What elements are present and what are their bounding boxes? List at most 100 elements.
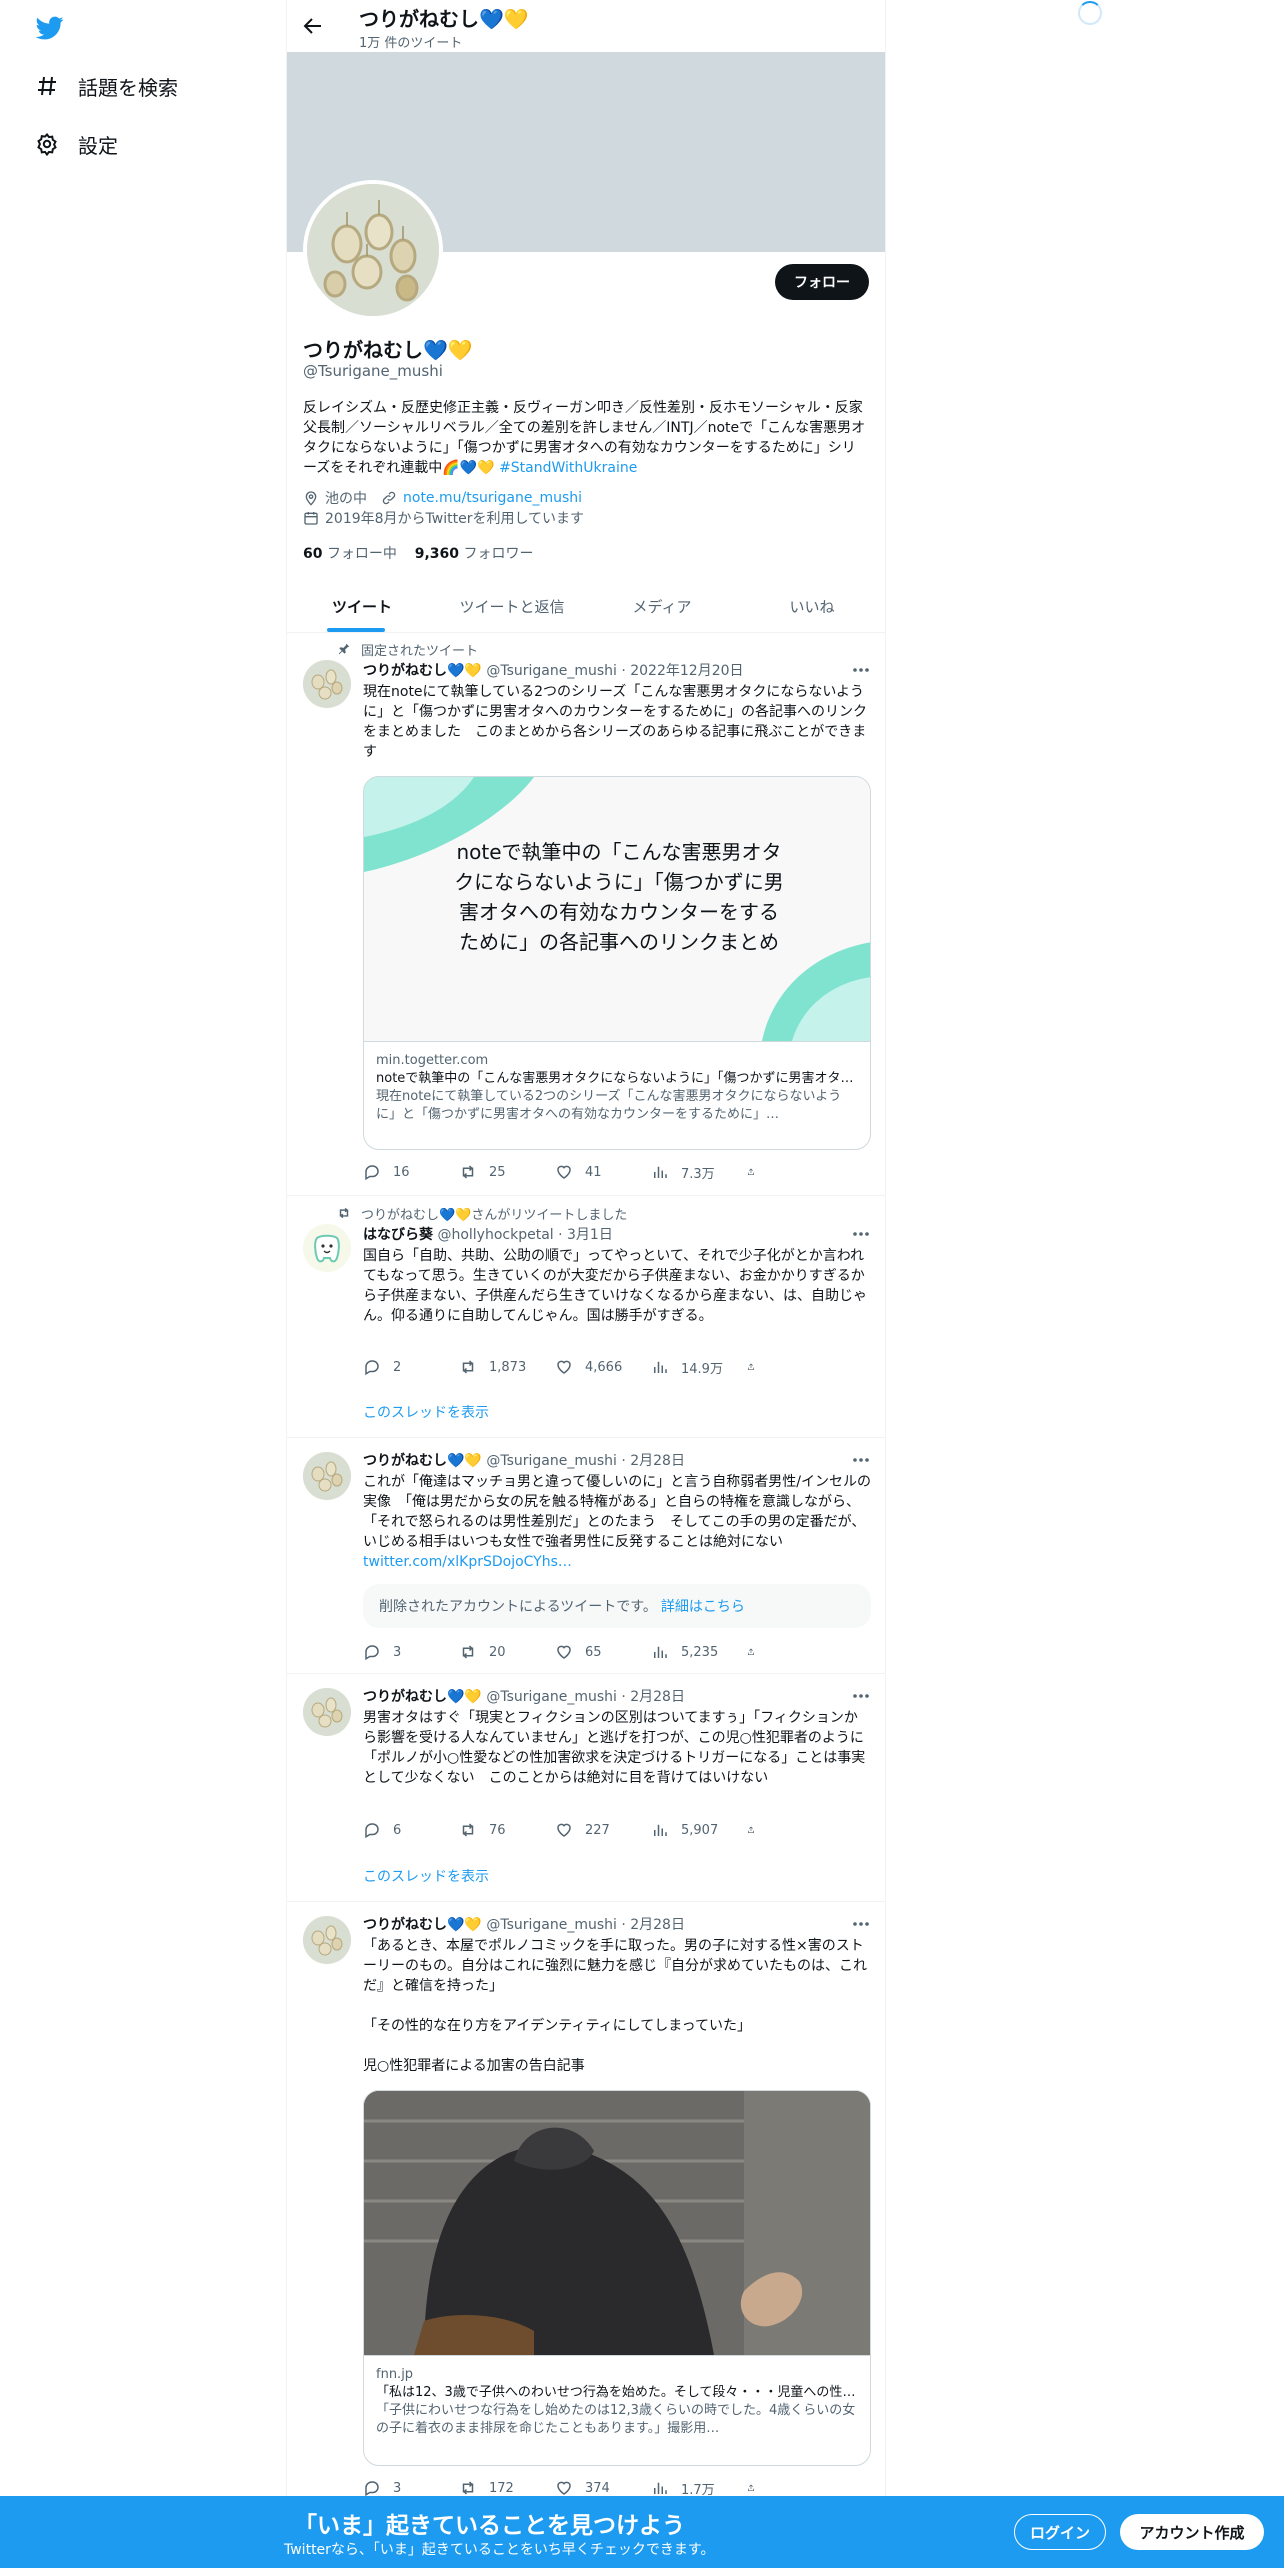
tweet[interactable]: つりがねむし💙💛さんがリツイートしました はなびら葵 @hollyhockpet… bbox=[287, 1196, 885, 1438]
avatar[interactable] bbox=[303, 1224, 351, 1272]
reply-button[interactable]: 16 bbox=[363, 1162, 459, 1182]
views-button[interactable]: 5,907 bbox=[651, 1820, 747, 1840]
share-button[interactable] bbox=[747, 2478, 767, 2498]
views-button[interactable]: 7.3万 bbox=[651, 1162, 747, 1182]
retweet-count: 1,873 bbox=[489, 1359, 527, 1375]
retweet-button[interactable]: 76 bbox=[459, 1820, 555, 1840]
nav-settings[interactable]: 設定 bbox=[34, 124, 118, 164]
tweet[interactable]: 固定されたツイート つりがねむし💙💛 @Tsurigane_mushi · 20… bbox=[287, 634, 885, 1196]
views-button[interactable]: 14.9万 bbox=[651, 1357, 747, 1377]
tab-tweets[interactable]: ツイート bbox=[287, 580, 437, 632]
more-icon[interactable] bbox=[851, 1224, 871, 1244]
retweet-button[interactable]: 25 bbox=[459, 1162, 555, 1182]
card-description: 「子供にわいせつな行為をし始めたのは12,3歳くらいの時でした。4歳くらいの女の… bbox=[376, 2403, 856, 2436]
header-tweet-count: 1万 件のツイート bbox=[359, 36, 463, 51]
more-icon[interactable] bbox=[851, 1450, 871, 1470]
learn-more-link[interactable]: 詳細はこちら bbox=[661, 1596, 745, 1616]
retweet-count: 76 bbox=[489, 1822, 506, 1838]
like-button[interactable]: 227 bbox=[555, 1820, 651, 1840]
more-icon[interactable] bbox=[851, 660, 871, 680]
author-name[interactable]: つりがねむし💙💛 bbox=[363, 1453, 482, 1469]
twitter-logo-icon[interactable] bbox=[34, 14, 66, 42]
author-name[interactable]: つりがねむし💙💛 bbox=[363, 663, 482, 679]
avatar[interactable] bbox=[303, 1916, 351, 1964]
main-column: つりがねむし💙💛 1万 件のツイート フォロー つりがねむし💙💛 @Tsurig… bbox=[286, 0, 886, 2568]
tab-likes[interactable]: いいね bbox=[737, 580, 885, 632]
reply-count: 3 bbox=[393, 1644, 402, 1660]
reply-button[interactable]: 3 bbox=[363, 2478, 459, 2498]
tweet-url-link[interactable]: twitter.com/xlKprSDojoCYhs… bbox=[363, 1554, 572, 1570]
calendar-icon bbox=[303, 510, 319, 526]
more-icon[interactable] bbox=[851, 1686, 871, 1706]
bio-hashtag-link[interactable]: #StandWithUkraine bbox=[499, 460, 637, 476]
author-name[interactable]: つりがねむし💙💛 bbox=[363, 1917, 482, 1933]
nav-explore[interactable]: 話題を検索 bbox=[34, 66, 178, 106]
share-icon bbox=[748, 2484, 754, 2491]
tweet-meta[interactable]: @Tsurigane_mushi · 2022年12月20日 bbox=[486, 663, 743, 679]
share-button[interactable] bbox=[747, 1162, 767, 1182]
header-name: つりがねむし💙💛 bbox=[359, 7, 529, 31]
author-name[interactable]: つりがねむし💙💛 bbox=[363, 1689, 482, 1705]
followers-link[interactable]: 9,360 フォロワー bbox=[415, 546, 534, 562]
tweet-meta[interactable]: @Tsurigane_mushi · 2月28日 bbox=[486, 1917, 685, 1933]
retweet-button[interactable]: 20 bbox=[459, 1642, 555, 1662]
tweet[interactable]: つりがねむし💙💛 @Tsurigane_mushi · 2月28日 これが「俺達… bbox=[287, 1438, 885, 1674]
login-button[interactable]: ログイン bbox=[1014, 2514, 1106, 2550]
profile-header: つりがねむし💙💛 1万 件のツイート bbox=[287, 0, 885, 52]
views-count: 5,235 bbox=[681, 1644, 719, 1660]
reply-button[interactable]: 2 bbox=[363, 1357, 459, 1377]
tweet[interactable]: つりがねむし💙💛 @Tsurigane_mushi · 2月28日 男害オタはす… bbox=[287, 1674, 885, 1902]
views-icon bbox=[654, 2482, 667, 2494]
avatar[interactable] bbox=[303, 1452, 351, 1500]
reply-button[interactable]: 3 bbox=[363, 1642, 459, 1662]
follow-button[interactable]: フォロー bbox=[775, 264, 869, 300]
following-label: フォロー中 bbox=[326, 546, 397, 562]
avatar[interactable] bbox=[303, 1688, 351, 1736]
like-button[interactable]: 4,666 bbox=[555, 1357, 651, 1377]
reply-button[interactable]: 6 bbox=[363, 1820, 459, 1840]
views-button[interactable]: 5,235 bbox=[651, 1642, 747, 1662]
views-button[interactable]: 1.7万 bbox=[651, 2478, 747, 2498]
like-button[interactable]: 65 bbox=[555, 1642, 651, 1662]
link-card[interactable]: fnn.jp 「私は12、3歳で子供へのわいせつ行為を始めた。そして段々・・・児… bbox=[363, 2090, 871, 2466]
back-arrow-icon[interactable] bbox=[301, 14, 325, 38]
retweet-button[interactable]: 172 bbox=[459, 2478, 555, 2498]
more-icon[interactable] bbox=[851, 1914, 871, 1934]
reply-count: 6 bbox=[393, 1822, 402, 1838]
like-button[interactable]: 374 bbox=[555, 2478, 651, 2498]
share-button[interactable] bbox=[747, 1642, 767, 1662]
tweet-meta[interactable]: @hollyhockpetal · 3月1日 bbox=[437, 1227, 612, 1243]
tweet-meta[interactable]: @Tsurigane_mushi · 2月28日 bbox=[486, 1453, 685, 1469]
nav-explore-label: 話題を検索 bbox=[78, 75, 178, 100]
card-title: noteで執筆中の「こんな害悪男オタクにならないように」「傷つかずに男害オタへの… bbox=[376, 1071, 858, 1086]
tweet-header: つりがねむし💙💛 @Tsurigane_mushi · 2月28日 bbox=[363, 1686, 685, 1706]
tweet-header: つりがねむし💙💛 @Tsurigane_mushi · 2022年12月20日 bbox=[363, 660, 744, 680]
profile-avatar[interactable] bbox=[303, 180, 443, 320]
hashtag-icon bbox=[34, 73, 60, 99]
like-count: 65 bbox=[585, 1644, 602, 1660]
profile-website-link[interactable]: note.mu/tsurigane_mushi bbox=[403, 490, 582, 506]
profile-handle: @Tsurigane_mushi bbox=[303, 362, 443, 380]
tweet-meta[interactable]: @Tsurigane_mushi · 2月28日 bbox=[486, 1689, 685, 1705]
tweet-actions: 16 25 41 7.3万 bbox=[363, 1162, 783, 1182]
author-name[interactable]: はなびら葵 bbox=[363, 1227, 433, 1243]
like-count: 227 bbox=[585, 1822, 610, 1838]
tweet[interactable]: つりがねむし💙💛 @Tsurigane_mushi · 2月28日 「あるとき、… bbox=[287, 1902, 885, 2568]
signup-banner: 「いま」起きていることを見つけよう Twitterなら、「いま」起きていることを… bbox=[0, 2496, 1284, 2568]
tab-media[interactable]: メディア bbox=[587, 580, 737, 632]
avatar[interactable] bbox=[303, 660, 351, 708]
share-button[interactable] bbox=[747, 1357, 767, 1377]
share-button[interactable] bbox=[747, 1820, 767, 1840]
deleted-quote: 削除されたアカウントによるツイートです。 詳細はこちら bbox=[363, 1584, 871, 1628]
signup-button[interactable]: アカウント作成 bbox=[1120, 2514, 1264, 2550]
tab-tweets-replies[interactable]: ツイートと返信 bbox=[437, 580, 587, 632]
following-link[interactable]: 60 フォロー中 bbox=[303, 546, 397, 562]
link-card[interactable]: noteで執筆中の「こんな害悪男オタクにならないように」「傷つかずに男害オタへの… bbox=[363, 776, 871, 1150]
like-button[interactable]: 41 bbox=[555, 1162, 651, 1182]
show-thread-link[interactable]: このスレッドを表示 bbox=[363, 1866, 489, 1886]
retweet-button[interactable]: 1,873 bbox=[459, 1357, 555, 1377]
share-icon bbox=[748, 1168, 754, 1175]
retweet-context: つりがねむし💙💛さんがリツイートしました bbox=[337, 1204, 627, 1223]
tweet-text: 男害オタはすぐ「現実とフィクションの区別はついてますぅ」「フィクションから影響を… bbox=[363, 1710, 866, 1786]
show-thread-link[interactable]: このスレッドを表示 bbox=[363, 1402, 489, 1422]
